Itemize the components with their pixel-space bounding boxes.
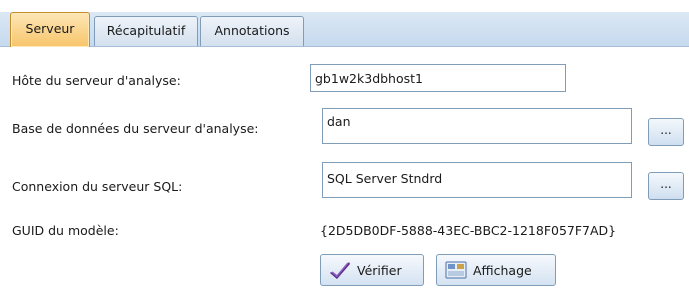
tab-serveur[interactable]: Serveur: [10, 12, 90, 47]
host-row: Hôte du serveur d'analyse:: [0, 62, 689, 92]
database-row: Base de données du serveur d'analyse: ..…: [0, 108, 689, 148]
sql-connection-row: Connexion du serveur SQL: ...: [0, 162, 689, 202]
verify-button-label: Vérifier: [357, 262, 402, 278]
display-button[interactable]: Affichage: [436, 254, 556, 286]
database-label: Base de données du serveur d'analyse:: [12, 121, 259, 136]
display-button-label: Affichage: [473, 262, 532, 278]
database-browse-button[interactable]: ...: [648, 118, 684, 146]
sql-connection-browse-button[interactable]: ...: [648, 172, 684, 200]
guid-value: {2D5DB0DF-5888-43EC-BBC2-1218F057F7AD}: [320, 223, 617, 238]
guid-row: GUID du modèle: {2D5DB0DF-5888-43EC-BBC2…: [0, 220, 689, 240]
check-icon: [329, 260, 351, 280]
verify-button[interactable]: Vérifier: [320, 254, 424, 286]
host-label: Hôte du serveur d'analyse:: [12, 73, 181, 88]
database-field[interactable]: [322, 108, 632, 144]
tab-recapitulatif[interactable]: Récapitulatif: [94, 16, 198, 46]
host-field[interactable]: [310, 64, 566, 92]
view-icon: [445, 260, 467, 280]
guid-label: GUID du modèle:: [12, 223, 119, 238]
tab-annotations[interactable]: Annotations: [200, 16, 304, 46]
sql-connection-label: Connexion du serveur SQL:: [12, 179, 183, 194]
sql-connection-field[interactable]: [322, 162, 632, 198]
